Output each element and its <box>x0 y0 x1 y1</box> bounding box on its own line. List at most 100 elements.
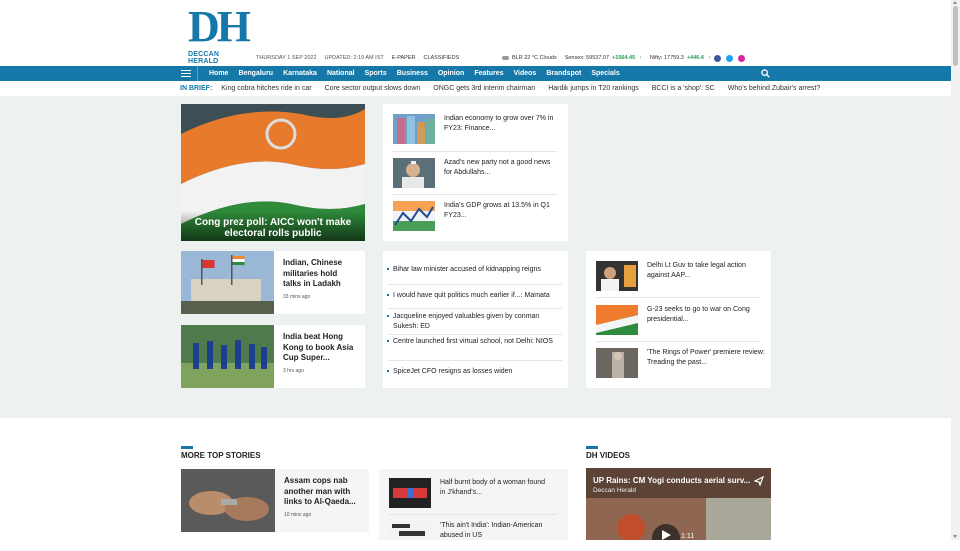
more-top-stories-heading: MORE TOP STORIES <box>181 446 261 460</box>
divider <box>596 341 760 342</box>
story-thumbnail <box>389 521 431 551</box>
search-icon[interactable] <box>761 69 770 78</box>
hero-title: Cong prez poll: AICC won't make electora… <box>181 211 365 241</box>
story-thumbnail <box>596 261 638 291</box>
nav-item-karnataka[interactable]: Karnataka <box>278 66 322 81</box>
bullet-headline[interactable]: I would have quit politics much earlier … <box>387 291 563 301</box>
share-icon[interactable] <box>754 476 764 486</box>
story-thumbnail <box>181 325 274 388</box>
divider <box>393 151 557 152</box>
nifty-change: +446.4 <box>686 55 704 61</box>
story-card[interactable]: India beat Hong Kong to book Asia Cup Su… <box>181 325 365 388</box>
divider <box>389 514 557 515</box>
masthead: DH DECCAN HERALD THURSDAY 1 SEP 2022 UPD… <box>0 0 960 66</box>
story-thumbnail <box>181 251 274 314</box>
nav-items: Home Bengaluru Karnataka National Sports Busi… <box>204 66 625 81</box>
story-time: 10 mins ago <box>284 511 312 518</box>
logo-name: DECCAN HERALD <box>188 51 220 65</box>
weather-text: BLR 22 °C Clouds <box>512 55 557 61</box>
nav-item-opinion[interactable]: Opinion <box>433 66 469 81</box>
brief-item[interactable]: BCCI is a 'shop': SC <box>652 85 715 92</box>
headline-item[interactable]: Half burnt body of a woman found in J'kh… <box>389 478 550 508</box>
headline-item[interactable]: India's GDP grows at 13.5% in Q1 FY23... <box>393 201 554 231</box>
page-scrollbar[interactable] <box>951 0 960 540</box>
nav-item-sports[interactable]: Sports <box>360 66 392 81</box>
story-thumbnail <box>389 478 431 508</box>
updated-time: UPDATED: 2:19 AM IST <box>324 55 384 61</box>
story-thumbnail <box>596 305 638 335</box>
headline-title: 'This ain't India': Indian-American abus… <box>440 522 543 539</box>
meta-row: THURSDAY 1 SEP 2022 UPDATED: 2:19 AM IST… <box>256 55 459 61</box>
headline-item[interactable]: Azad's new party not a good news for Abd… <box>393 158 554 188</box>
headline-title: 'The Rings of Power' premiere review: Tr… <box>647 349 765 366</box>
bullet-headline[interactable]: Centre launched first virtual school, no… <box>387 337 563 347</box>
sensex-value: Sensex: 59537.07 <box>564 55 610 61</box>
nav-item-national[interactable]: National <box>322 66 360 81</box>
story-time: 33 mins ago <box>283 293 311 300</box>
video-player[interactable]: UP Rains: CM Yogi conducts aerial surv..… <box>586 468 771 540</box>
headline-title: Azad's new party not a good news for Abd… <box>444 159 551 176</box>
brief-item[interactable]: Hardik jumps in T20 rankings <box>548 85 639 92</box>
brief-item[interactable]: King cobra hitches ride in car <box>221 85 311 92</box>
video-duration: 1:11 <box>681 533 695 540</box>
twitter-icon[interactable] <box>726 55 733 62</box>
headline-item[interactable]: 'The Rings of Power' premiere review: Tr… <box>596 348 765 378</box>
story-title: Assam cops nab another man with links to… <box>284 476 356 506</box>
nav-item-home[interactable]: Home <box>204 66 233 81</box>
divider <box>388 360 562 361</box>
story-thumbnail <box>181 469 275 532</box>
bullet-headline[interactable]: Jacqueline enjoyed valuables given by co… <box>387 312 563 331</box>
brief-item[interactable]: Who's behind Zubair's arrest? <box>728 85 821 92</box>
in-brief-bar: IN BRIEF: King cobra hitches ride in car… <box>180 83 820 93</box>
headline-title: Half burnt body of a woman found in J'kh… <box>440 479 546 496</box>
story-thumbnail <box>393 158 435 188</box>
headline-item[interactable]: Delhi Lt Guv to take legal action agains… <box>596 261 765 291</box>
headline-item[interactable]: 'This ain't India': Indian-American abus… <box>389 521 550 551</box>
sensex-change: +1564.45 <box>612 55 636 61</box>
social-links <box>714 55 745 62</box>
story-thumbnail <box>393 201 435 231</box>
scroll-down-arrow[interactable] <box>953 535 957 538</box>
story-thumbnail <box>596 348 638 378</box>
logo-mark: DH <box>188 2 251 51</box>
brief-item[interactable]: Core sector output slows down <box>325 85 421 92</box>
headline-title: G-23 seeks to go to war on Cong presiden… <box>647 306 750 323</box>
dh-videos-heading: DH VIDEOS <box>586 446 631 460</box>
nav-item-bengaluru[interactable]: Bengaluru <box>233 66 278 81</box>
scroll-thumb[interactable] <box>953 6 958 66</box>
story-time: 3 hrs ago <box>283 367 304 374</box>
bullet-headline[interactable]: SpiceJet CFO resigns as losses widen <box>387 367 563 377</box>
classifieds-link[interactable]: CLASSIFIEDS <box>423 55 459 61</box>
divider <box>388 284 562 285</box>
arrow-up-icon: ↑ <box>639 55 642 61</box>
bullet-headline[interactable]: Bihar law minister accused of kidnapping… <box>387 265 563 275</box>
headline-title: Delhi Lt Guv to take legal action agains… <box>647 262 746 279</box>
divider <box>388 334 562 335</box>
story-title: India beat Hong Kong to book Asia Cup Su… <box>283 332 354 362</box>
epaper-link[interactable]: E-PAPER <box>392 55 416 61</box>
scroll-up-arrow[interactable] <box>953 1 957 4</box>
site-logo[interactable]: DH DECCAN HERALD <box>188 2 251 66</box>
cloud-icon <box>502 56 509 60</box>
divider <box>393 194 557 195</box>
story-card[interactable]: Assam cops nab another man with links to… <box>181 469 369 532</box>
facebook-icon[interactable] <box>714 55 721 62</box>
nav-item-features[interactable]: Features <box>469 66 508 81</box>
nav-item-videos[interactable]: Videos <box>509 66 542 81</box>
headline-item[interactable]: Indian economy to grow over 7% in FY23: … <box>393 114 554 144</box>
divider <box>388 308 562 309</box>
headline-title: India's GDP grows at 13.5% in Q1 FY23... <box>444 202 550 219</box>
nifty-value: Nifty: 17759.3 <box>649 55 684 61</box>
menu-icon[interactable] <box>178 66 198 81</box>
story-card[interactable]: Indian, Chinese militaries hold talks in… <box>181 251 365 314</box>
nav-item-business[interactable]: Business <box>392 66 433 81</box>
headline-item[interactable]: G-23 seeks to go to war on Cong presiden… <box>596 305 765 335</box>
nav-item-specials[interactable]: Specials <box>586 66 624 81</box>
brief-item[interactable]: ONGC gets 3rd interim chairman <box>433 85 535 92</box>
hero-story[interactable]: Cong prez poll: AICC won't make electora… <box>181 104 365 241</box>
in-brief-label: IN BRIEF: <box>180 84 213 92</box>
story-title: Indian, Chinese militaries hold talks in… <box>283 258 343 288</box>
instagram-icon[interactable] <box>738 55 745 62</box>
story-thumbnail <box>393 114 435 144</box>
nav-item-brandspot[interactable]: Brandspot <box>541 66 586 81</box>
